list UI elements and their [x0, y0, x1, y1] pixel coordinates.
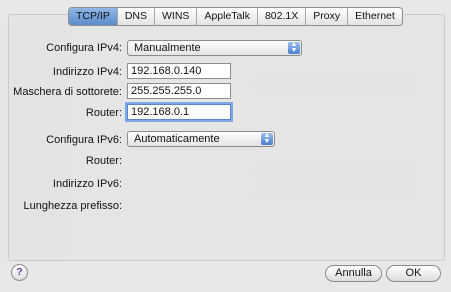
tab-appletalk[interactable]: AppleTalk	[197, 8, 258, 25]
router-ipv4-label: Router:	[85, 107, 122, 119]
tab-bar: TCP/IP DNS WINS AppleTalk 802.1X Proxy Etherne…	[68, 7, 403, 26]
configure-ipv6-popup[interactable]: Automaticamente ▲ ▼	[127, 131, 275, 147]
configure-ipv6-label: Configura IPv6:	[46, 134, 122, 146]
ipv4-address-label: Indirizzo IPv4:	[52, 66, 122, 78]
prefix-length-label: Lunghezza prefisso:	[23, 200, 122, 212]
tab-wins[interactable]: WINS	[155, 8, 198, 25]
router-ipv6-label: Router:	[85, 155, 122, 167]
configure-ipv6-value: Automaticamente	[134, 133, 220, 145]
configure-ipv4-value: Manualmente	[134, 42, 201, 54]
network-advanced-sheet: TCP/IP DNS WINS AppleTalk 802.1X Proxy Etherne…	[0, 0, 451, 292]
tab-802-1x[interactable]: 802.1X	[258, 8, 307, 25]
ipv6-address-label: Indirizzo IPv6:	[52, 178, 122, 190]
subnet-mask-field[interactable]: 255.255.255.0	[127, 83, 231, 99]
popup-arrows-icon: ▲ ▼	[261, 132, 273, 145]
router-ipv4-field[interactable]: 192.168.0.1	[127, 104, 231, 120]
tab-proxy[interactable]: Proxy	[306, 8, 349, 25]
tab-tcp-ip[interactable]: TCP/IP	[69, 8, 118, 25]
configure-ipv4-popup[interactable]: Manualmente ▲ ▼	[127, 40, 302, 56]
cancel-button[interactable]: Annulla	[325, 265, 382, 282]
ipv4-address-field[interactable]: 192.168.0.140	[127, 63, 231, 79]
tab-dns[interactable]: DNS	[118, 8, 156, 25]
help-button[interactable]: ?	[11, 264, 28, 281]
configure-ipv4-label: Configura IPv4:	[46, 42, 122, 54]
tab-ethernet[interactable]: Ethernet	[348, 8, 402, 25]
popup-arrows-icon: ▲ ▼	[288, 41, 300, 54]
subnet-mask-label: Maschera di sottorete:	[13, 86, 122, 98]
ok-button[interactable]: OK	[386, 265, 441, 282]
